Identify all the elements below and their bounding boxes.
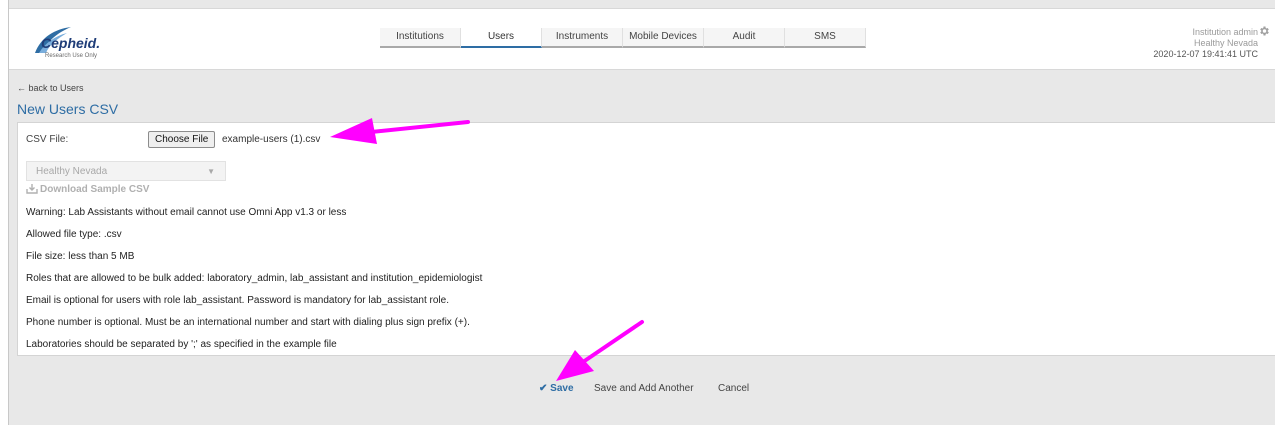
tab-mobile-devices[interactable]: Mobile Devices	[623, 28, 704, 48]
info-file-size: File size: less than 5 MB	[26, 251, 135, 262]
user-info: Institution admin Healthy Nevada 2020-12…	[1153, 26, 1269, 60]
save-button[interactable]: ✔ Save	[539, 383, 574, 394]
main-nav: Institutions Users Instruments Mobile De…	[380, 28, 866, 48]
info-roles: Roles that are allowed to be bulk added:…	[26, 273, 483, 284]
download-icon	[26, 184, 38, 194]
form-panel: CSV File: Choose File example-users (1).…	[17, 122, 1275, 356]
user-institution: Healthy Nevada	[1193, 38, 1258, 48]
brand-name: Cepheid.	[41, 35, 101, 51]
back-link[interactable]: ← back to Users	[17, 83, 84, 93]
save-and-add-another-button[interactable]: Save and Add Another	[594, 383, 694, 394]
info-laboratories: Laboratories should be separated by ';' …	[26, 339, 337, 350]
chevron-down-icon: ▼	[207, 167, 215, 176]
window-edge	[0, 0, 8, 425]
institution-select-value: Healthy Nevada	[36, 166, 108, 177]
institution-select[interactable]: Healthy Nevada ▼	[26, 161, 226, 181]
download-sample-csv-label: Download Sample CSV	[40, 184, 150, 195]
info-warning: Warning: Lab Assistants without email ca…	[26, 207, 347, 218]
tab-users[interactable]: Users	[461, 28, 542, 48]
selected-file-name: example-users (1).csv	[222, 134, 321, 145]
page-title: New Users CSV	[17, 101, 119, 117]
gear-icon[interactable]	[1258, 25, 1270, 37]
csv-file-label: CSV File:	[26, 134, 69, 145]
info-file-type: Allowed file type: .csv	[26, 229, 122, 240]
user-role[interactable]: Institution admin	[1153, 27, 1258, 38]
server-timestamp: 2020-12-07 19:41:41 UTC	[1153, 49, 1258, 59]
app-shell: Cepheid. Research Use Only Institutions …	[8, 0, 1275, 425]
brand-tagline: Research Use Only	[45, 53, 98, 59]
download-sample-csv-link[interactable]: Download Sample CSV	[26, 183, 149, 195]
info-phone: Phone number is optional. Must be an int…	[26, 317, 470, 328]
cancel-button[interactable]: Cancel	[718, 383, 749, 394]
top-header: Cepheid. Research Use Only Institutions …	[9, 8, 1275, 70]
choose-file-button[interactable]: Choose File	[148, 131, 216, 148]
tab-audit[interactable]: Audit	[704, 28, 785, 48]
tab-institutions[interactable]: Institutions	[380, 28, 461, 48]
tab-sms[interactable]: SMS	[785, 28, 866, 48]
info-email: Email is optional for users with role la…	[26, 295, 449, 306]
tab-instruments[interactable]: Instruments	[542, 28, 623, 48]
